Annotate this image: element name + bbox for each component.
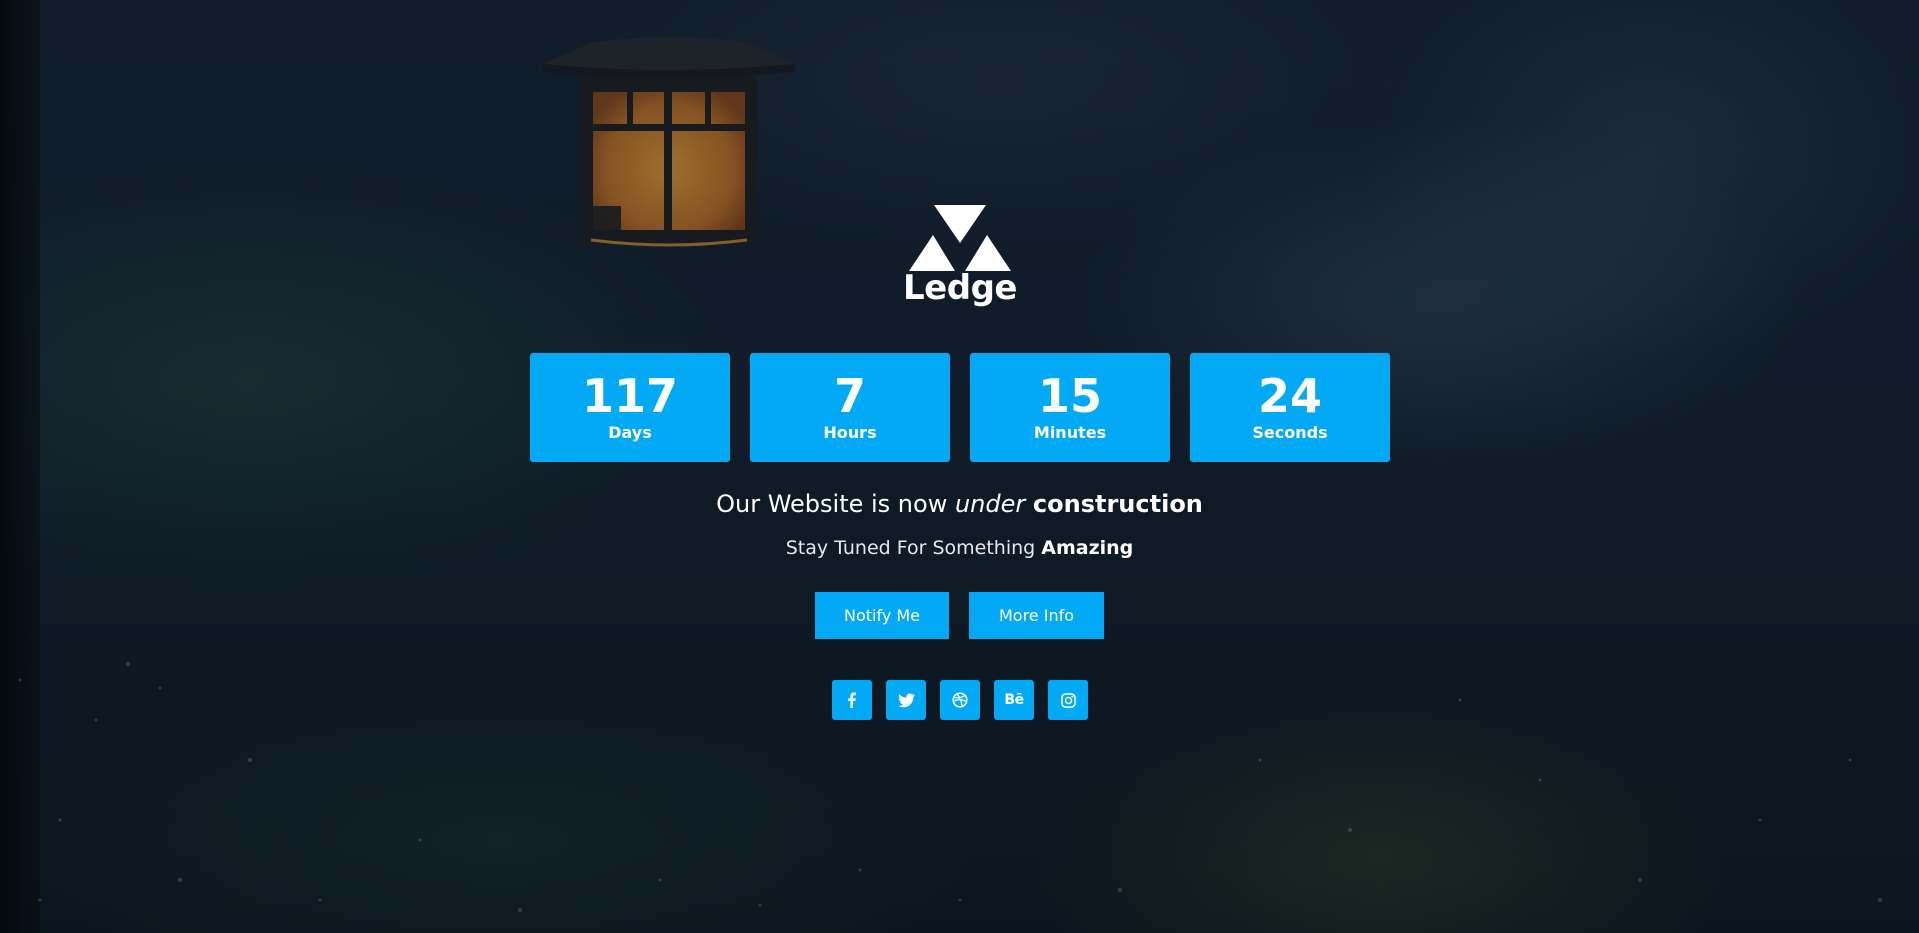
notify-me-button[interactable]: Notify Me xyxy=(815,592,949,639)
subline-strong: Amazing xyxy=(1041,537,1134,559)
countdown-minutes-value: 15 xyxy=(1037,369,1102,423)
coming-soon-page: Ledge 117 Days 7 Hours 15 Minutes 24 Sec… xyxy=(0,0,1919,933)
facebook-icon xyxy=(848,692,856,708)
instagram-icon xyxy=(1060,692,1076,708)
countdown-days-label: Days xyxy=(608,423,652,442)
countdown-days-value: 117 xyxy=(581,369,679,423)
page-headline: Our Website is now under construction xyxy=(0,488,1919,520)
facebook-link[interactable] xyxy=(832,680,872,720)
countdown-hours: 7 Hours xyxy=(750,353,950,462)
action-buttons: Notify Me More Info xyxy=(815,592,1104,639)
countdown-minutes: 15 Minutes xyxy=(970,353,1170,462)
countdown-seconds-value: 24 xyxy=(1257,369,1322,423)
main-content: Ledge 117 Days 7 Hours 15 Minutes 24 Sec… xyxy=(0,0,1919,933)
subline-text: Stay Tuned For Something xyxy=(785,537,1042,559)
headline-emphasis: under xyxy=(954,490,1026,518)
countdown-seconds: 24 Seconds xyxy=(1190,353,1390,462)
dribbble-link[interactable] xyxy=(940,680,980,720)
behance-icon: Bē xyxy=(1004,692,1024,708)
countdown-days: 117 Days xyxy=(530,353,730,462)
brand-logo[interactable]: Ledge xyxy=(900,205,1020,310)
twitter-icon xyxy=(897,692,915,707)
twitter-link[interactable] xyxy=(886,680,926,720)
countdown-hours-label: Hours xyxy=(823,423,877,442)
countdown-seconds-label: Seconds xyxy=(1252,423,1328,442)
social-links: Bē xyxy=(832,680,1088,720)
headline-strong: construction xyxy=(1032,490,1203,518)
triangles-logo-icon xyxy=(909,205,1011,271)
page-subheadline: Stay Tuned For Something Amazing xyxy=(0,534,1919,562)
countdown-minutes-label: Minutes xyxy=(1033,423,1107,442)
headline-part1: Our Website is now xyxy=(716,490,955,518)
headline-part2 xyxy=(1025,490,1033,518)
more-info-button[interactable]: More Info xyxy=(969,592,1104,639)
countdown-hours-value: 7 xyxy=(833,369,866,423)
behance-link[interactable]: Bē xyxy=(994,680,1034,720)
brand-name: Ledge xyxy=(903,268,1017,308)
dribbble-icon xyxy=(952,692,968,708)
instagram-link[interactable] xyxy=(1048,680,1088,720)
countdown-timer: 117 Days 7 Hours 15 Minutes 24 Seconds xyxy=(530,353,1390,462)
